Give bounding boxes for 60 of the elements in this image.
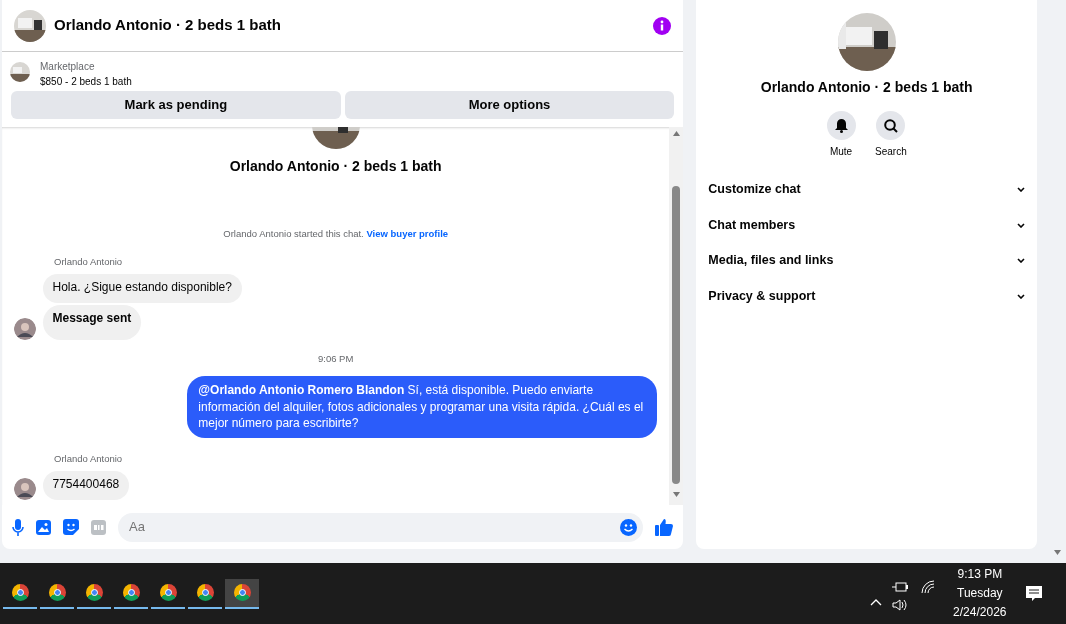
section-toggle[interactable]: Chat members <box>696 207 1037 243</box>
system-message: Orlando Antonio started this chat. View buyer profile <box>222 226 450 241</box>
notification-icon[interactable] <box>1026 585 1042 602</box>
thumbs-up-icon[interactable] <box>655 518 674 536</box>
section-toggle[interactable]: Media, files and links <box>696 243 1037 279</box>
volume-icon[interactable] <box>892 598 909 611</box>
message-field[interactable]: Aa <box>127 516 621 538</box>
browser-icon <box>196 584 214 601</box>
action-button[interactable]: Mark as pending <box>11 91 341 119</box>
chevron-icon <box>1017 222 1025 228</box>
view-profile-link[interactable]: View buyer profile <box>366 227 449 239</box>
search-icon <box>883 118 898 133</box>
message-bubble: 7754400468 <box>42 471 130 501</box>
browser-icon <box>233 584 251 601</box>
avatar[interactable] <box>14 478 36 501</box>
battery-icon[interactable] <box>892 582 909 593</box>
clock-day[interactable]: Tuesday <box>953 583 1007 604</box>
image-icon[interactable] <box>36 519 51 535</box>
emoji-icon[interactable] <box>620 518 638 536</box>
browser-icon <box>11 584 29 601</box>
timestamp: 9:06 PM <box>316 351 355 366</box>
chevron-up-icon[interactable] <box>870 597 883 606</box>
browser-icon <box>159 584 177 601</box>
browser-icon <box>85 584 103 601</box>
info-icon[interactable] <box>653 16 672 35</box>
scroll-down-icon[interactable] <box>1054 550 1061 555</box>
microphone-icon[interactable] <box>12 518 24 536</box>
browser-icon <box>122 584 140 601</box>
sticker-icon[interactable] <box>63 519 79 535</box>
scroll-down-icon[interactable] <box>672 492 680 497</box>
listing-summary: $850 - 2 beds 1 bath <box>40 75 132 89</box>
message-bubble: @Orlando Antonio Romero Blandon Sí, está disponible. Puedo enviarte información del alquiler, fotos adicionales y programar una visita rápida. ¿Cuál es el mejor número para escribirte? <box>187 375 658 439</box>
browser-icon <box>48 584 66 601</box>
chat-title: Orlando Antonio · 2 beds 1 bath <box>54 15 282 36</box>
chevron-icon <box>1017 258 1025 264</box>
section-toggle[interactable]: Privacy & support <box>696 278 1037 314</box>
sender-name: Orlando Antonio <box>54 254 124 269</box>
clock-date[interactable]: 2/24/2026 <box>953 603 1007 623</box>
scroll-up-icon[interactable] <box>672 131 680 136</box>
listing-source: Marketplace <box>40 60 96 74</box>
message-field[interactable]: Aa <box>118 512 644 542</box>
search-button[interactable] <box>876 111 906 140</box>
action-button[interactable]: More options <box>344 91 675 119</box>
button-label: Mute <box>829 145 853 159</box>
clock-time[interactable]: 9:13 PM <box>953 564 1007 584</box>
button-label: Search <box>875 145 907 159</box>
listing-title: Orlando Antonio · 2 beds 1 bath <box>229 156 442 176</box>
sender-name: Orlando Antonio <box>54 452 124 467</box>
scrollbar-thumb[interactable] <box>672 186 681 484</box>
listing-title: Orlando Antonio · 2 beds 1 bath <box>760 78 973 97</box>
taskbar-app[interactable] <box>225 578 259 609</box>
bell-icon <box>834 118 848 133</box>
chevron-icon <box>1017 187 1025 193</box>
message-bubble: Message sent <box>42 304 142 340</box>
avatar[interactable] <box>14 317 36 340</box>
wifi-icon[interactable] <box>921 579 936 594</box>
mute-button[interactable] <box>826 111 856 140</box>
section-toggle[interactable]: Customize chat <box>696 172 1037 208</box>
message-bubble: Hola. ¿Sigue estando disponible? <box>42 274 242 303</box>
chevron-icon <box>1017 293 1025 299</box>
